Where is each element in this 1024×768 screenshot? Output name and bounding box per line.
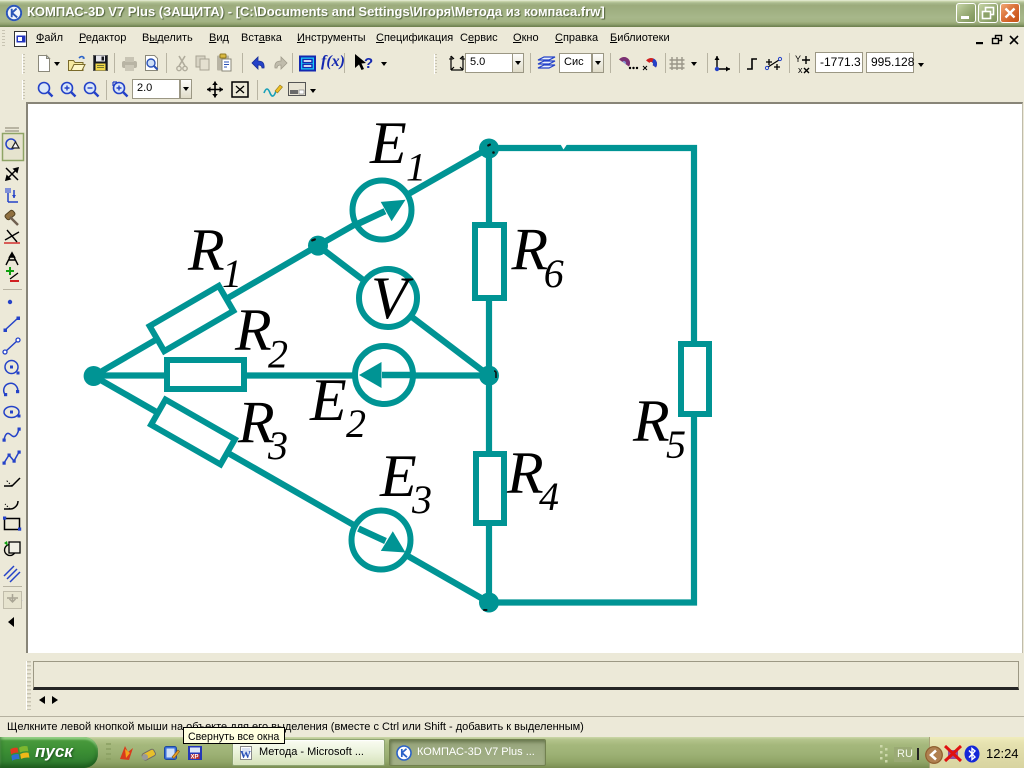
svg-text:E: E <box>369 110 407 176</box>
svg-text:6: 6 <box>544 251 564 296</box>
svg-text:Y: Y <box>795 54 801 64</box>
svg-text:3: 3 <box>411 477 432 522</box>
svg-text:1: 1 <box>222 251 242 296</box>
svg-text:XP: XP <box>191 755 199 761</box>
svg-text:3: 3 <box>267 423 288 468</box>
svg-text:2: 2 <box>268 332 288 377</box>
svg-text:V: V <box>371 265 414 331</box>
svg-text:R: R <box>234 297 272 363</box>
svg-text:W: W <box>240 749 251 761</box>
svg-text:E: E <box>379 443 417 509</box>
svg-text:R: R <box>187 217 225 283</box>
svg-text:R: R <box>632 388 670 454</box>
svg-text:x: x <box>798 65 803 75</box>
svg-text:2: 2 <box>346 401 366 446</box>
svg-text:1: 1 <box>406 145 426 190</box>
svg-text:R: R <box>511 217 549 283</box>
svg-text:?: ? <box>364 55 373 72</box>
svg-text:R: R <box>506 440 544 506</box>
svg-text:4: 4 <box>539 474 559 519</box>
svg-text:E: E <box>309 367 347 433</box>
svg-text:5: 5 <box>666 422 686 467</box>
